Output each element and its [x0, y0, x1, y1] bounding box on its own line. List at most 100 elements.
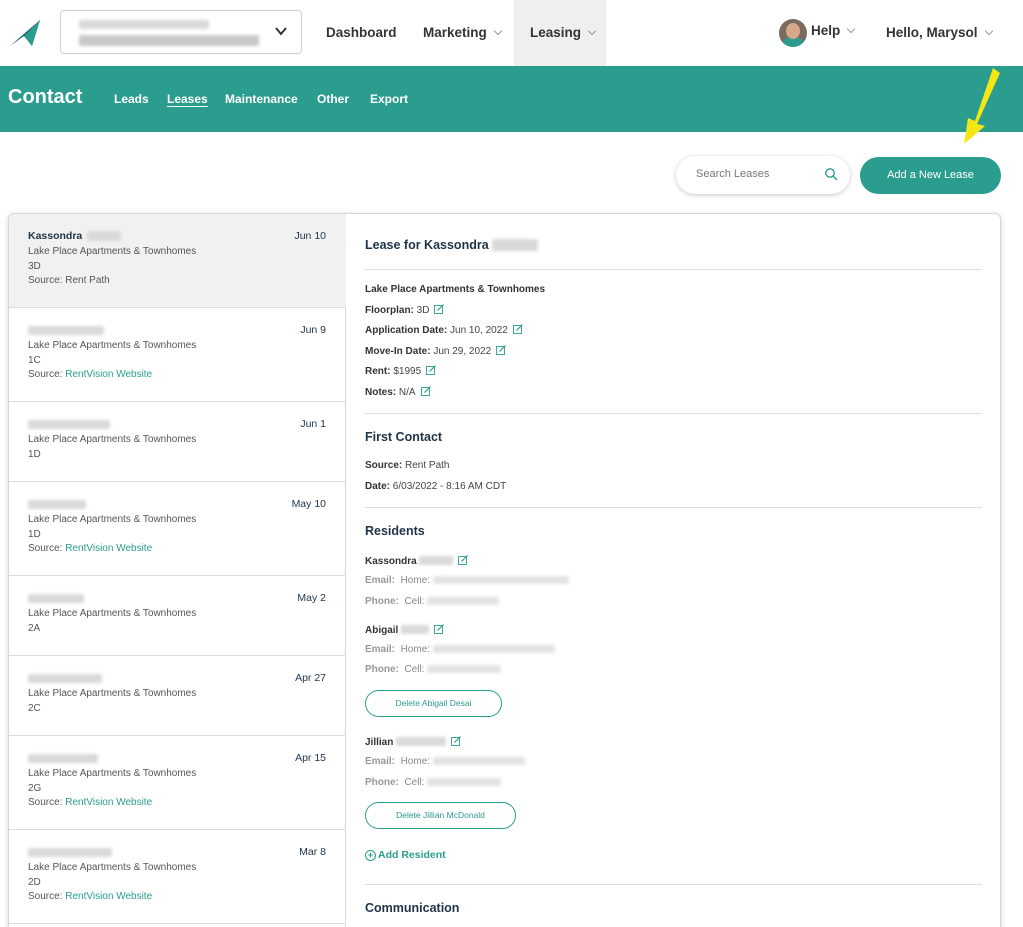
move-in-date-label: Move-In Date:	[365, 346, 431, 357]
lease-list-item[interactable]: Mar 8 Lake Place Apartments & Townhomes …	[9, 830, 346, 924]
blurred-surname	[401, 625, 430, 634]
application-date-row: Application Date: Jun 10, 2022	[365, 324, 523, 336]
phone-label: Phone:	[365, 596, 399, 607]
edit-icon[interactable]	[451, 736, 462, 746]
divider	[365, 269, 982, 270]
lease-list: Kassondra Jun 10 Lake Place Apartments &…	[9, 214, 346, 927]
nav-marketing-label: Marketing	[423, 25, 487, 40]
edit-icon[interactable]	[426, 365, 437, 375]
lease-list-item[interactable]: Apr 15 Lake Place Apartments & Townhomes…	[9, 736, 346, 830]
page-title: Contact	[8, 86, 83, 108]
delete-resident-button[interactable]: Delete Jillian McDonald	[365, 802, 516, 829]
search-icon[interactable]	[824, 167, 838, 181]
delete-resident-button[interactable]: Delete Abigail Desai	[365, 690, 502, 717]
email-type: Home:	[400, 644, 431, 655]
resident-phone-row: Phone: Cell:	[365, 596, 500, 607]
lease-source-link[interactable]: RentVision Website	[65, 543, 152, 554]
nav-leasing[interactable]: Leasing	[514, 0, 606, 66]
lease-list-item[interactable]: Kassondra Jun 10 Lake Place Apartments &…	[9, 214, 346, 308]
lease-source-value: Rent Path	[65, 275, 110, 286]
nav-dashboard[interactable]: Dashboard	[326, 0, 397, 66]
tab-export[interactable]: Export	[370, 92, 408, 106]
phone-type: Cell:	[404, 596, 425, 607]
lease-list-item[interactable]: Jun 9 Lake Place Apartments & Townhomes …	[9, 308, 346, 402]
tab-maintenance[interactable]: Maintenance	[225, 92, 298, 106]
edit-icon[interactable]	[434, 624, 445, 634]
lease-title-text: Lease for Kassondra	[365, 238, 489, 252]
divider	[365, 413, 982, 414]
tab-leads[interactable]: Leads	[114, 92, 149, 106]
lease-property: Lake Place Apartments & Townhomes	[28, 688, 197, 699]
blurred-surname	[396, 737, 447, 746]
edit-icon[interactable]	[512, 324, 523, 334]
lease-date: Mar 8	[299, 846, 326, 858]
date-label: Date:	[365, 481, 391, 492]
blurred-name	[28, 420, 110, 429]
resident-name: Abigail	[365, 625, 399, 636]
resident-name: Jillian	[365, 737, 394, 748]
edit-icon[interactable]	[420, 386, 431, 396]
blurred-name	[28, 326, 104, 335]
add-resident-link[interactable]: + Add Resident	[365, 849, 446, 861]
lease-property: Lake Place Apartments & Townhomes	[28, 246, 197, 257]
nav-marketing[interactable]: Marketing	[423, 0, 503, 66]
search-leases-input[interactable]: Search Leases	[676, 156, 850, 194]
residents-heading: Residents	[365, 524, 425, 538]
lease-source-link[interactable]: RentVision Website	[65, 797, 152, 808]
lease-source: Source: RentVision Website	[28, 543, 152, 554]
blurred-surname	[419, 556, 454, 565]
user-menu[interactable]: Hello, Marysol	[886, 0, 993, 66]
annotation-arrow-icon	[964, 68, 1000, 144]
tab-leases[interactable]: Leases	[167, 92, 208, 106]
company-logo[interactable]	[10, 20, 42, 46]
lease-list-item[interactable]: Apr 27 Lake Place Apartments & Townhomes…	[9, 656, 346, 736]
first-contact-source-row: Source: Rent Path	[365, 460, 450, 471]
resident-name-row: Abigail	[365, 624, 445, 636]
rent-label: Rent:	[365, 366, 391, 377]
lease-list-item[interactable]: May 10 Lake Place Apartments & Townhomes…	[9, 482, 346, 576]
add-resident-label: Add Resident	[378, 849, 446, 861]
lease-source-label: Source:	[28, 543, 63, 554]
application-date-value: Jun 10, 2022	[450, 325, 508, 336]
caret-down-icon	[984, 26, 993, 36]
user-greeting: Hello, Marysol	[886, 25, 978, 40]
lease-list-item[interactable]: May 2 Lake Place Apartments & Townhomes …	[9, 576, 346, 656]
phone-type: Cell:	[404, 777, 425, 788]
lease-unit: 3D	[28, 261, 41, 272]
lease-title: Lease for Kassondra	[365, 238, 539, 252]
blurred-name	[28, 500, 86, 509]
lease-source: Source: RentVision Website	[28, 369, 152, 380]
help-label: Help	[811, 23, 841, 38]
floorplan-value: 3D	[416, 305, 430, 316]
help-menu[interactable]: Help	[811, 0, 856, 64]
lease-source-link[interactable]: RentVision Website	[65, 891, 152, 902]
lease-name: Kassondra	[28, 230, 83, 242]
lease-date: Jun 10	[294, 230, 326, 242]
lease-unit: 1C	[28, 355, 41, 366]
source-value: Rent Path	[405, 460, 450, 471]
property-name-blurred	[79, 20, 209, 29]
move-in-date-value: Jun 29, 2022	[433, 346, 492, 357]
email-label: Email:	[365, 644, 396, 655]
blurred-name	[28, 848, 112, 857]
lease-source-link[interactable]: RentVision Website	[65, 369, 152, 380]
plus-circle-icon: +	[365, 850, 376, 861]
lease-list-item[interactable]: Jun 1 Lake Place Apartments & Townhomes …	[9, 402, 346, 482]
email-label: Email:	[365, 756, 396, 767]
phone-label: Phone:	[365, 777, 399, 788]
tab-other[interactable]: Other	[317, 92, 349, 106]
property-selector[interactable]	[60, 10, 302, 54]
resident-phone-row: Phone: Cell:	[365, 777, 502, 788]
add-new-lease-button[interactable]: Add a New Lease	[860, 157, 1001, 194]
edit-icon[interactable]	[434, 304, 445, 314]
lease-unit: 1D	[28, 449, 41, 460]
lease-property: Lake Place Apartments & Townhomes	[28, 608, 197, 619]
edit-icon[interactable]	[496, 345, 507, 355]
lease-date: Apr 15	[295, 752, 326, 764]
avatar[interactable]	[779, 19, 807, 47]
email-label: Email:	[365, 575, 396, 586]
floorplan-row: Floorplan: 3D	[365, 304, 445, 316]
nav-leasing-label: Leasing	[530, 25, 582, 40]
edit-icon[interactable]	[458, 555, 469, 565]
chevron-down-icon	[275, 27, 287, 36]
